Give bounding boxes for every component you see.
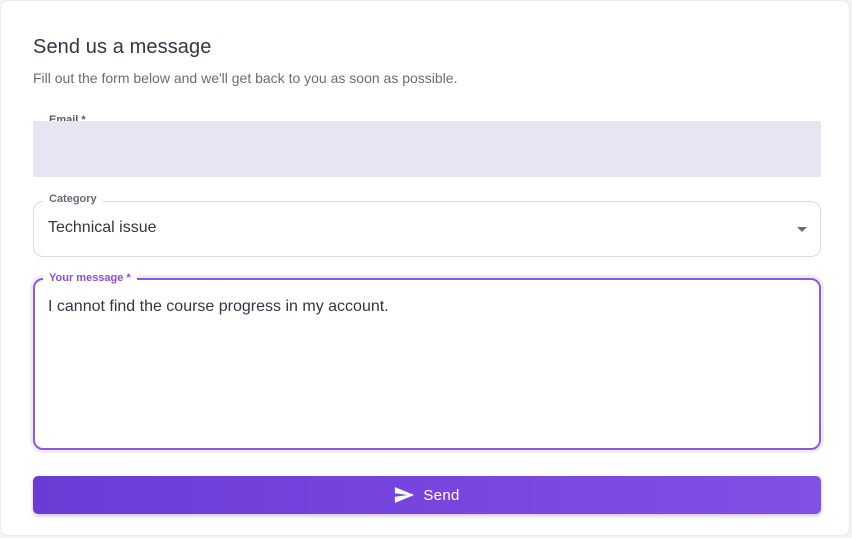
category-select[interactable]: Technical issue: [33, 201, 821, 257]
message-text: I cannot find the course progress in my …: [48, 298, 389, 315]
send-icon: [394, 486, 415, 504]
email-input[interactable]: [47, 139, 811, 165]
message-textarea[interactable]: I cannot find the course progress in my …: [33, 278, 821, 450]
category-label: Category: [43, 193, 103, 205]
caret-down-icon: [797, 227, 807, 232]
form-title: Send us a message: [33, 36, 212, 58]
email-label: Email *: [49, 114, 86, 121]
message-label: Your message *: [43, 272, 137, 284]
contact-form-card: Send us a message Fill out the form belo…: [0, 0, 850, 536]
form-subtitle: Fill out the form below and we'll get ba…: [33, 70, 458, 86]
send-button[interactable]: Send: [33, 476, 821, 514]
category-selected-value: Technical issue: [48, 219, 157, 236]
send-button-label: Send: [423, 486, 460, 504]
email-field[interactable]: [33, 121, 821, 177]
